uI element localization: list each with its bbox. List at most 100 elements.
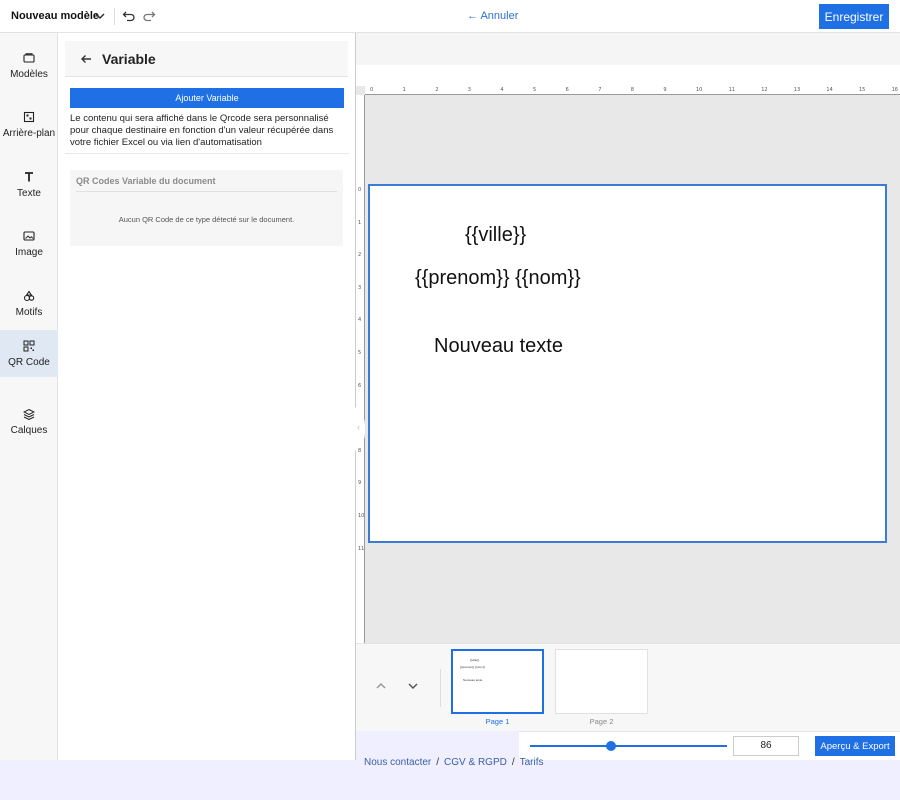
workspace-strip — [356, 65, 900, 86]
sidebar-item-label: Motifs — [15, 306, 43, 318]
save-button[interactable]: Enregistrer — [819, 4, 889, 29]
chevron-down-icon[interactable] — [407, 680, 419, 692]
footer-link-tarifs[interactable]: Tarifs — [520, 757, 544, 768]
ruler-tick-label: 4 — [358, 317, 362, 324]
document-title[interactable]: Nouveau modèle — [11, 10, 99, 22]
ruler-tick-label: 12 — [761, 87, 768, 93]
preview-export-button[interactable]: Aperçu & Export — [815, 736, 895, 756]
layers-icon — [23, 408, 35, 420]
thumbnail-text: Nouveau texte — [463, 678, 483, 682]
ruler-tick-label: 13 — [793, 87, 801, 93]
workspace-toolbar — [356, 33, 900, 65]
ruler-tick-label: 0 — [358, 187, 362, 193]
sidebar-item-calques[interactable]: Calques — [0, 398, 58, 445]
add-variable-button[interactable]: Ajouter Variable — [70, 88, 344, 108]
page-thumbnail[interactable]: {{ville}} {{prenom}} {{nom}} Nouveau tex… — [451, 649, 544, 714]
ruler-tick-label: 2 — [435, 87, 439, 93]
sidebar-item-motifs[interactable]: Motifs — [0, 280, 58, 327]
background-grid-icon — [23, 111, 35, 122]
ruler-tick-label: 3 — [467, 87, 471, 93]
panel-divider — [65, 153, 349, 154]
text-t-icon — [25, 171, 33, 181]
ruler-tick-label: 10 — [696, 87, 703, 93]
empty-state-message: Aucun QR Code de ce type détecté sur le … — [118, 215, 295, 224]
horizontal-ruler: 0 1 2 3 4 5 6 7 8 9 10 11 12 13 14 15 16 — [365, 86, 900, 95]
editor-workspace: 012345678910111213141516 01234567891011 … — [344, 33, 900, 643]
vertical-ruler: 01234567891011 — [356, 95, 365, 643]
ruler-tick-label: 7 — [598, 87, 602, 93]
image-icon — [23, 230, 35, 241]
sidebar-item-label: Image — [15, 246, 43, 258]
ruler-tick-label: 10 — [358, 513, 365, 519]
shapes-icon — [23, 289, 35, 301]
sidebar-item-label: Texte — [17, 187, 41, 199]
arrow-left-icon[interactable] — [79, 52, 93, 66]
ruler-tick-label: 5 — [358, 350, 362, 356]
ruler-tick-label: 11 — [358, 545, 365, 552]
variable-panel: Variable Ajouter Variable Le contenu qui… — [58, 33, 356, 760]
panel-title: Variable — [102, 51, 156, 67]
sidebar-item-qr-code[interactable]: QR Code — [0, 330, 58, 377]
thumbnail-text: {{ville}} — [470, 658, 480, 662]
zoom-input[interactable]: 86 — [733, 736, 799, 756]
ruler-tick-label: 0 — [370, 87, 374, 93]
sidebar-item-label: QR Code — [8, 356, 50, 368]
section-divider — [76, 191, 337, 192]
ruler-tick-label: 1 — [402, 87, 406, 93]
undo-icon[interactable] — [122, 9, 136, 23]
footer-link-contact[interactable]: Nous contacter — [364, 757, 431, 768]
footer-link-cgv[interactable]: CGV & RGPD — [444, 757, 507, 768]
sidebar-item-label: Modèles — [10, 68, 48, 80]
cancel-label: Annuler — [480, 10, 519, 22]
pages-bar: {{ville}} {{prenom}} {{nom}} Nouveau tex… — [356, 643, 900, 731]
ruler-tick-label: 16 — [891, 87, 898, 93]
ruler-tick-label: 9 — [663, 87, 667, 93]
section-title: QR Codes Variable du document — [76, 176, 216, 186]
thumbnail-text: {{prenom}} {{nom}} — [460, 665, 485, 669]
zoom-slider-track[interactable] — [530, 745, 727, 747]
ruler-tick-label: 15 — [859, 87, 866, 93]
top-bar: Nouveau modèle ← Annuler Enregistrer — [0, 0, 900, 33]
ruler-tick-label: 6 — [565, 87, 569, 93]
page-label: Page 1 — [485, 717, 510, 726]
canvas-text-ville[interactable]: {{ville}} — [465, 224, 526, 247]
page-label: Page 2 — [589, 717, 614, 726]
ruler-tick-label: 11 — [728, 87, 735, 93]
ruler-tick-label: 4 — [500, 87, 504, 93]
footer-separator: / — [511, 757, 515, 768]
qr-code-icon — [23, 340, 35, 351]
chevron-left-icon: ‹ — [357, 422, 360, 432]
ruler-tick-label: 1 — [358, 219, 362, 226]
sidebar-item-label: Arrière-plan — [2, 127, 56, 139]
canvas-page[interactable]: {{ville}} {{prenom}} {{nom}} Nouveau tex… — [368, 184, 887, 543]
cancel-link[interactable]: ← Annuler — [467, 10, 518, 22]
pages-divider — [440, 669, 441, 707]
folder-icon — [23, 52, 35, 63]
page-thumbnail[interactable] — [555, 649, 648, 714]
chevron-up-icon[interactable] — [375, 680, 387, 692]
ruler-tick-label: 2 — [358, 252, 362, 259]
zoom-bar: 86 Aperçu & Export — [519, 731, 900, 760]
footer-separator: / — [436, 757, 440, 768]
ruler-tick-label: 14 — [826, 87, 833, 93]
variable-qr-list: QR Codes Variable du document Aucun QR C… — [70, 170, 343, 246]
redo-icon[interactable] — [142, 9, 156, 23]
sidebar-item-texte[interactable]: Texte — [0, 161, 58, 208]
canvas-text-prenom-nom[interactable]: {{prenom}} {{nom}} — [415, 267, 581, 290]
toolbar-divider — [114, 8, 115, 25]
zoom-slider-handle[interactable] — [605, 741, 616, 751]
panel-header: Variable — [65, 41, 348, 77]
sidebar-item-modeles[interactable]: Modèles — [0, 42, 58, 89]
ruler-tick-label: 8 — [358, 447, 362, 454]
sidebar-item-image[interactable]: Image — [0, 220, 58, 267]
sidebar-item-label: Calques — [10, 424, 48, 436]
ruler-tick-label: 6 — [358, 382, 362, 389]
chevron-down-icon[interactable] — [94, 9, 106, 23]
ruler-tick-label: 3 — [358, 284, 362, 291]
ruler-tick-label: 9 — [358, 480, 362, 487]
canvas-text-nouveau-texte[interactable]: Nouveau texte — [434, 335, 563, 358]
sidebar: Modèles Arrière-plan Texte Image Motifs … — [0, 33, 58, 760]
sidebar-item-arriere-plan[interactable]: Arrière-plan — [0, 101, 58, 148]
ruler-tick-label: 5 — [533, 87, 537, 93]
footer-links: Nous contacter / CGV & RGPD / Tarifs — [364, 757, 544, 768]
